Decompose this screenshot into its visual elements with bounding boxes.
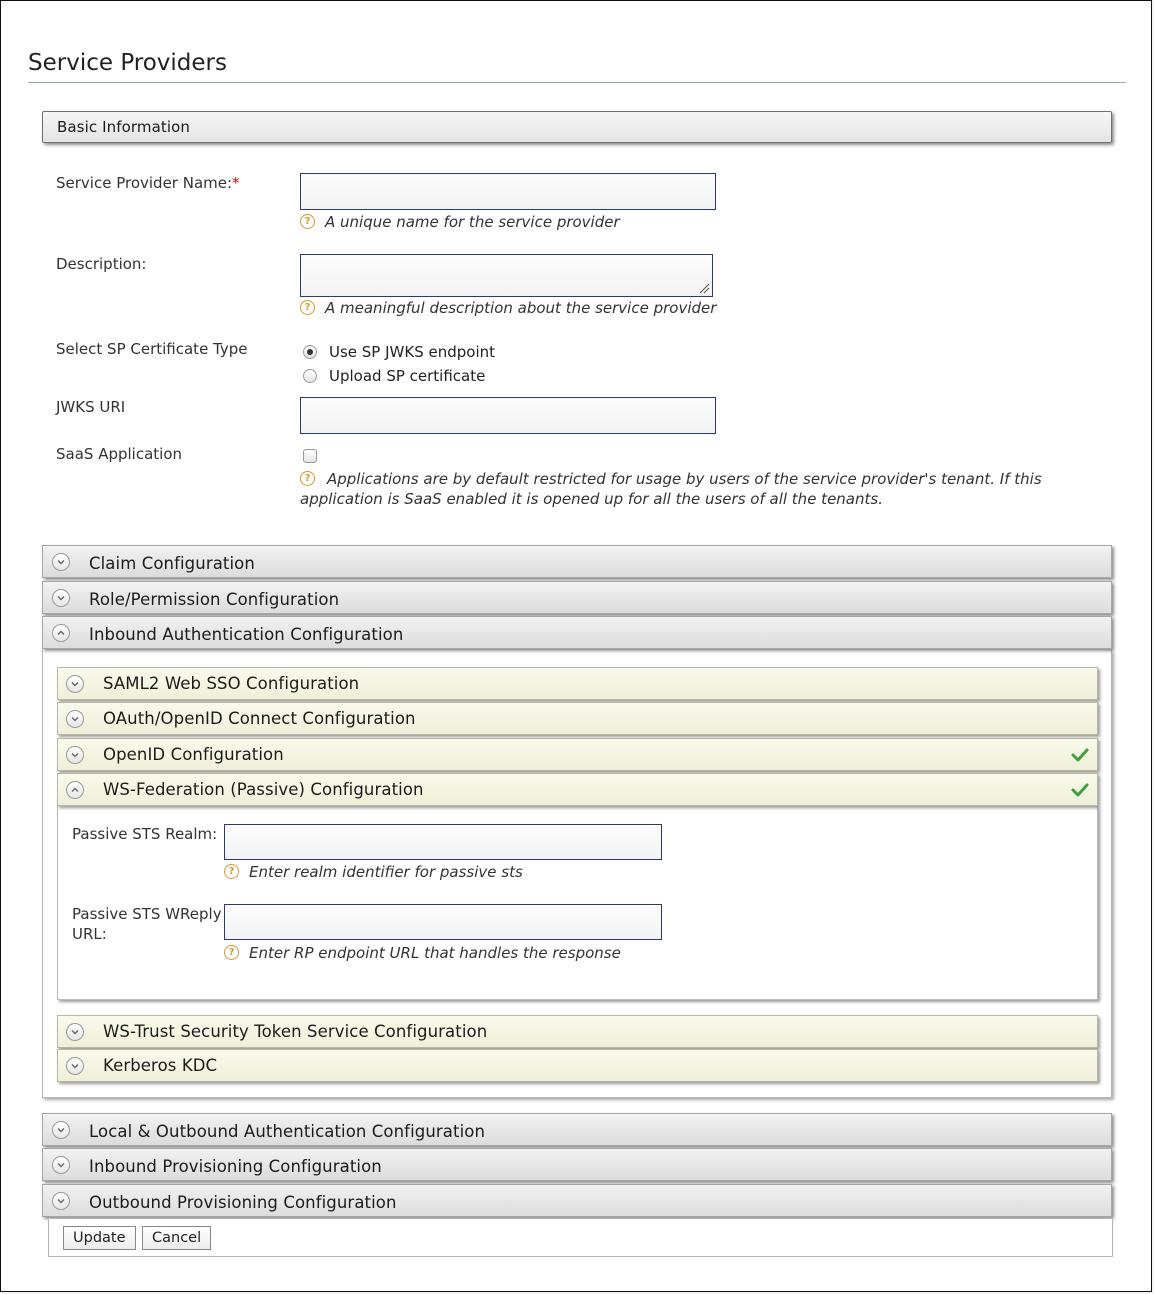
- chevron-down-icon[interactable]: [66, 709, 84, 728]
- chevron-up-icon[interactable]: [52, 623, 70, 642]
- wreply-help: ? Enter RP endpoint URL that handles the…: [224, 943, 621, 963]
- chevron-down-icon[interactable]: [52, 588, 70, 607]
- section-local-outbound-label: Local & Outbound Authentication Configur…: [89, 1122, 486, 1141]
- sub-oauth-openid-connect[interactable]: OAuth/OpenID Connect Configuration: [57, 702, 1098, 735]
- section-inbound-provisioning[interactable]: Inbound Provisioning Configuration: [42, 1148, 1112, 1181]
- sub-kerberos-label: Kerberos KDC: [103, 1056, 218, 1075]
- wreply-help-text: Enter RP endpoint URL that handles the r…: [249, 944, 621, 962]
- sub-wsfed-label: WS-Federation (Passive) Configuration: [103, 780, 424, 799]
- realm-help: ? Enter realm identifier for passive sts: [224, 862, 523, 882]
- question-circle-icon: ?: [224, 945, 239, 960]
- description-textarea[interactable]: [300, 254, 713, 297]
- question-circle-icon: ?: [300, 471, 315, 486]
- saas-application-label: SaaS Application: [56, 445, 183, 463]
- description-help: ? A meaningful description about the ser…: [300, 298, 716, 318]
- chevron-down-icon[interactable]: [66, 674, 84, 693]
- section-role-label: Role/Permission Configuration: [89, 590, 340, 609]
- radio-jwks-label: Use SP JWKS endpoint: [329, 343, 496, 361]
- section-inbound-prov-label: Inbound Provisioning Configuration: [89, 1157, 382, 1176]
- section-inbound-auth-label: Inbound Authentication Configuration: [89, 625, 404, 644]
- jwks-uri-input[interactable]: [300, 397, 716, 434]
- cancel-button[interactable]: Cancel: [142, 1226, 212, 1250]
- sub-openid-label: OpenID Configuration: [103, 745, 284, 764]
- description-help-text: A meaningful description about the servi…: [325, 299, 717, 317]
- description-label: Description:: [56, 255, 147, 273]
- radio-upload-label: Upload SP certificate: [329, 367, 486, 385]
- saas-help: ? Applications are by default restricted…: [300, 469, 1070, 509]
- radio-upload-certificate[interactable]: Upload SP certificate: [303, 367, 485, 385]
- checkmark-icon: [1071, 783, 1089, 797]
- page-title: Service Providers: [28, 50, 227, 76]
- sp-name-label-text: Service Provider Name:: [56, 174, 233, 192]
- chevron-down-icon[interactable]: [52, 1191, 70, 1210]
- section-outbound-prov-label: Outbound Provisioning Configuration: [89, 1193, 397, 1212]
- question-circle-icon: ?: [224, 864, 239, 879]
- sub-wstrust-label: WS-Trust Security Token Service Configur…: [103, 1022, 488, 1041]
- radio-button[interactable]: [303, 369, 317, 383]
- passive-sts-realm-input[interactable]: [224, 824, 662, 860]
- section-outbound-provisioning[interactable]: Outbound Provisioning Configuration: [42, 1184, 1112, 1217]
- sub-kerberos-kdc[interactable]: Kerberos KDC: [57, 1049, 1098, 1082]
- section-inbound-authentication[interactable]: Inbound Authentication Configuration: [42, 616, 1112, 649]
- chevron-down-icon[interactable]: [66, 745, 84, 764]
- section-claim-label: Claim Configuration: [89, 554, 255, 573]
- question-circle-icon: ?: [300, 300, 315, 315]
- radio-jwks-endpoint[interactable]: Use SP JWKS endpoint: [303, 343, 495, 361]
- title-divider: [28, 82, 1126, 83]
- chevron-down-icon[interactable]: [52, 1120, 70, 1139]
- sub-ws-trust[interactable]: WS-Trust Security Token Service Configur…: [57, 1015, 1098, 1048]
- cert-type-label: Select SP Certificate Type: [56, 340, 248, 358]
- sp-name-help-text: A unique name for the service provider: [325, 213, 620, 231]
- sub-openid[interactable]: OpenID Configuration: [57, 738, 1098, 771]
- resize-grip-icon[interactable]: [698, 282, 710, 294]
- realm-help-text: Enter realm identifier for passive sts: [249, 863, 523, 881]
- chevron-down-icon[interactable]: [66, 1022, 84, 1041]
- section-role-permission[interactable]: Role/Permission Configuration: [42, 581, 1112, 614]
- chevron-up-icon[interactable]: [66, 780, 84, 799]
- jwks-uri-label: JWKS URI: [56, 398, 126, 416]
- basic-information-header[interactable]: Basic Information: [42, 111, 1112, 143]
- sp-name-input[interactable]: [300, 173, 716, 210]
- passive-sts-wreply-label: Passive STS WReply URL:: [72, 905, 222, 943]
- sp-name-label: Service Provider Name:*: [56, 174, 240, 192]
- passive-sts-realm-label: Passive STS Realm:: [72, 825, 218, 843]
- chevron-down-icon[interactable]: [52, 552, 70, 571]
- sub-saml-label: SAML2 Web SSO Configuration: [103, 674, 360, 693]
- basic-information-label: Basic Information: [57, 118, 191, 136]
- section-claim-configuration[interactable]: Claim Configuration: [42, 545, 1112, 578]
- section-local-outbound-auth[interactable]: Local & Outbound Authentication Configur…: [42, 1113, 1112, 1146]
- saas-help-text: Applications are by default restricted f…: [300, 470, 1042, 508]
- passive-sts-wreply-input[interactable]: [224, 904, 662, 940]
- sub-ws-federation[interactable]: WS-Federation (Passive) Configuration: [57, 773, 1098, 806]
- radio-button-selected[interactable]: [303, 345, 317, 359]
- update-button[interactable]: Update: [63, 1226, 136, 1250]
- chevron-down-icon[interactable]: [52, 1155, 70, 1174]
- saas-application-checkbox[interactable]: [303, 449, 317, 463]
- sp-name-help: ? A unique name for the service provider: [300, 212, 620, 232]
- chevron-down-icon[interactable]: [66, 1056, 84, 1075]
- checkmark-icon: [1071, 748, 1089, 762]
- sub-oauth-label: OAuth/OpenID Connect Configuration: [103, 709, 416, 728]
- question-circle-icon: ?: [300, 214, 315, 229]
- sub-saml2-web-sso[interactable]: SAML2 Web SSO Configuration: [57, 667, 1098, 700]
- required-asterisk: *: [232, 174, 240, 192]
